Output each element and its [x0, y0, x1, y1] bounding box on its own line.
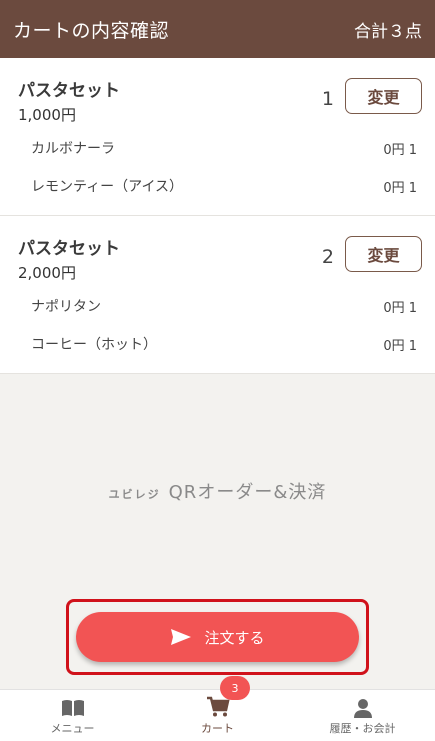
cart-list: パスタセット 1,000円 1 変更 カルボナーラ 0円 1 レモンティー（アイ…	[0, 58, 435, 374]
item-price: 2,000円	[18, 264, 76, 282]
cart-item: パスタセット 2,000円 2 変更 ナポリタン 0円 1 コーヒー（ホット） …	[0, 216, 435, 374]
change-button[interactable]: 変更	[345, 236, 422, 272]
send-icon	[171, 629, 192, 645]
option-price: 0円 1	[383, 181, 417, 196]
book-icon	[61, 700, 84, 716]
page-header: カートの内容確認 合計３点	[0, 0, 435, 58]
item-name: パスタセット	[18, 239, 120, 259]
order-button-label: 注文する	[204, 628, 265, 647]
person-icon	[353, 699, 372, 718]
order-button[interactable]: 注文する	[76, 612, 359, 662]
brand-name: QRオーダー&決済	[168, 482, 327, 503]
page-title: カートの内容確認	[13, 19, 170, 42]
option-name: カルボナーラ	[31, 141, 115, 157]
item-quantity: 2	[321, 246, 334, 268]
option-row: コーヒー（ホット） 0円 1	[0, 324, 435, 362]
cart-total-count: 合計３点	[354, 21, 422, 42]
cart-count-badge: 3	[220, 676, 250, 700]
brand-logo: ユビレジ QRオーダー&決済	[0, 478, 435, 504]
option-price: 0円 1	[383, 339, 417, 354]
option-name: コーヒー（ホット）	[31, 337, 157, 353]
option-row: カルボナーラ 0円 1	[0, 128, 435, 166]
option-name: ナポリタン	[31, 299, 101, 315]
tab-menu-label: メニュー	[50, 722, 95, 735]
item-price: 1,000円	[18, 106, 76, 124]
item-name: パスタセット	[18, 81, 120, 101]
option-row: ナポリタン 0円 1	[0, 286, 435, 324]
option-row: レモンティー（アイス） 0円 1	[0, 166, 435, 204]
tab-history[interactable]: 履歴・お会計	[290, 690, 435, 741]
option-price: 0円 1	[383, 143, 417, 158]
cart-icon	[206, 696, 230, 717]
brand-prefix: ユビレジ	[108, 488, 161, 501]
option-name: レモンティー（アイス）	[31, 179, 184, 195]
bottom-tab-bar: メニュー カート 履歴・お会計	[0, 689, 435, 741]
tab-menu[interactable]: メニュー	[0, 690, 145, 741]
cart-item: パスタセット 1,000円 1 変更 カルボナーラ 0円 1 レモンティー（アイ…	[0, 58, 435, 216]
change-button[interactable]: 変更	[345, 78, 422, 114]
option-price: 0円 1	[383, 301, 417, 316]
item-quantity: 1	[321, 88, 334, 110]
tab-history-label: 履歴・お会計	[329, 722, 396, 735]
tab-cart[interactable]: カート	[145, 690, 290, 741]
tab-cart-label: カート	[201, 722, 234, 735]
